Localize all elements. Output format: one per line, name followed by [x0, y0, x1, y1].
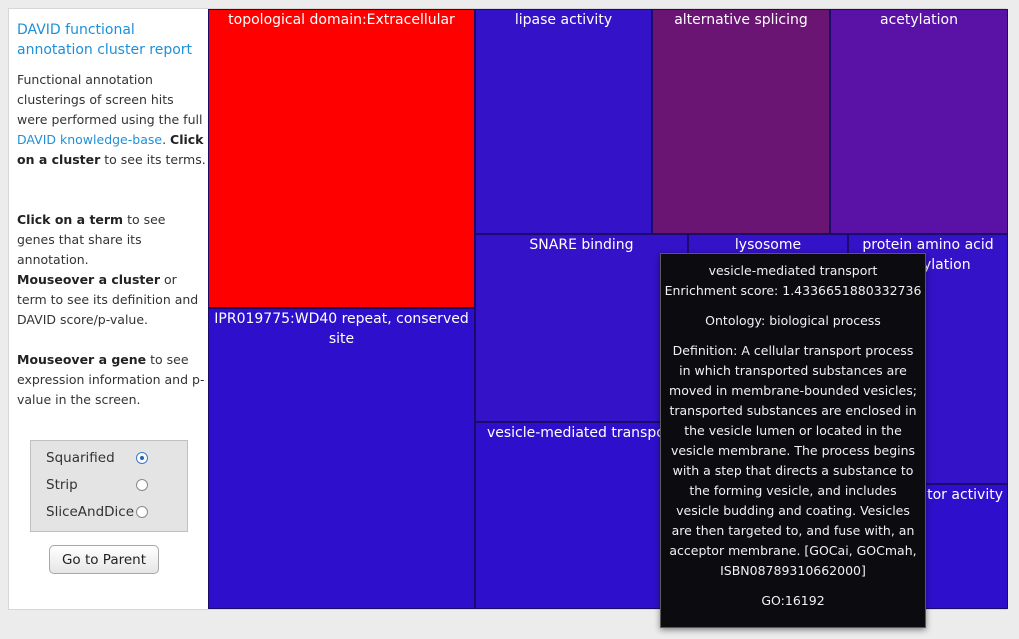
cell-label: SNARE binding — [529, 237, 634, 253]
layout-option-label: Squarified — [46, 450, 115, 466]
cluster-cell[interactable]: acetylation — [830, 9, 1008, 234]
tooltip-ontology: Ontology: biological process — [705, 313, 881, 328]
layout-option-label: Strip — [46, 477, 78, 493]
cell-label: vesicle-mediated transport — [486, 425, 677, 441]
cluster-cell[interactable]: vesicle-mediated transport — [475, 422, 688, 609]
cell-label: IPR019775:WD40 repeat, conserved site — [214, 311, 469, 347]
tooltip-enrichment: Enrichment score: 1.4336651880332736 — [664, 283, 922, 298]
mouseover-cluster-hint-bold: Mouseover a cluster — [17, 272, 161, 287]
tooltip-term: vesicle-mediated transport — [708, 263, 878, 278]
cell-label: alternative splicing — [674, 12, 808, 28]
mouseover-gene-paragraph: Mouseover a gene to see expression infor… — [17, 350, 207, 410]
cell-label: topological domain:Extracellular — [228, 12, 455, 28]
mouseover-cluster-paragraph: Mouseover a cluster or term to see its d… — [17, 270, 207, 330]
radio-sliceanddice[interactable] — [136, 506, 148, 518]
david-knowledge-base-link[interactable]: DAVID knowledge-base — [17, 132, 162, 147]
layout-option-squarified[interactable]: Squarified — [46, 447, 186, 469]
cluster-cell[interactable]: topological domain:Extracellular — [208, 9, 475, 308]
intro-paragraph: Functional annotation clusterings of scr… — [17, 72, 206, 167]
layout-option-strip[interactable]: Strip — [46, 474, 186, 496]
cluster-cell[interactable]: alternative splicing — [652, 9, 830, 234]
layout-option-label: SliceAndDice — [46, 504, 135, 520]
term-tooltip: vesicle-mediated transport Enrichment sc… — [660, 253, 926, 628]
cluster-cell[interactable]: SNARE binding — [475, 234, 688, 422]
cluster-cell[interactable]: IPR019775:WD40 repeat, conserved site — [208, 308, 475, 609]
cell-label: lipase activity — [514, 12, 613, 28]
cell-label: lysosome — [734, 237, 802, 253]
go-to-parent-button[interactable]: Go to Parent — [49, 545, 159, 574]
click-term-paragraph: Click on a term to see genes that share … — [17, 210, 207, 270]
tooltip-go-id: GO:16192 — [761, 593, 825, 608]
mouseover-gene-hint-bold: Mouseover a gene — [17, 352, 147, 367]
layout-options-box: Squarified Strip SliceAndDice — [30, 440, 188, 532]
click-cluster-hint-text: to see its terms. — [100, 152, 206, 167]
intro-text: Functional annotation clusterings of scr… — [17, 72, 203, 127]
sidebar: DAVID functional annotation cluster repo… — [9, 9, 208, 609]
tooltip-definition: Definition: A cellular transport process… — [669, 343, 917, 578]
radio-strip[interactable] — [136, 479, 148, 491]
cluster-cell[interactable]: lipase activity — [475, 9, 652, 234]
radio-squarified[interactable] — [136, 452, 148, 464]
cell-label: acetylation — [880, 12, 958, 28]
click-term-hint-bold: Click on a term — [17, 212, 124, 227]
report-title: DAVID functional annotation cluster repo… — [17, 22, 193, 58]
layout-option-sliceanddice[interactable]: SliceAndDice — [46, 501, 186, 523]
